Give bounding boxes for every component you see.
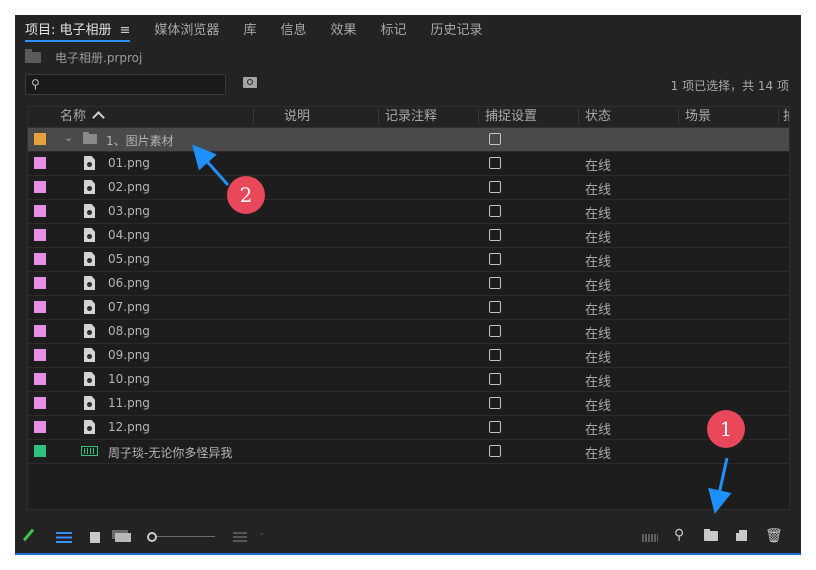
callout-badge-1: 1	[707, 410, 745, 448]
callout-badge-2: 2	[227, 176, 265, 214]
callout-2-arrow	[192, 144, 230, 186]
annotation-arrows	[192, 144, 732, 514]
callout-1-arrow	[708, 457, 732, 514]
